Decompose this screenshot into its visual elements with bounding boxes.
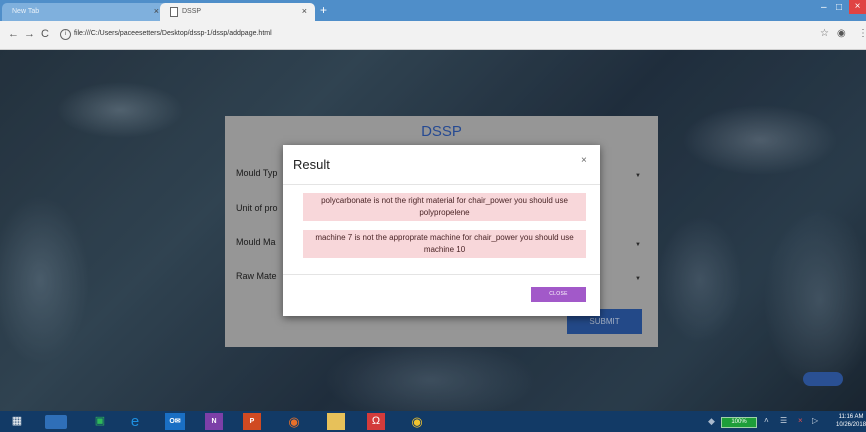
clock[interactable]: 11:16 AM 10/26/2018 <box>836 413 866 429</box>
network-icon[interactable]: ☰ <box>780 416 787 425</box>
file-explorer-icon[interactable] <box>327 413 345 430</box>
firefox-icon[interactable]: ◉ <box>285 413 303 430</box>
modal-title: Result <box>293 157 330 172</box>
chrome-icon[interactable]: ◉ <box>407 413 427 430</box>
error-icon[interactable]: × <box>798 416 803 425</box>
menu-icon[interactable]: ⋮ <box>858 28 866 39</box>
alert-message: machine 7 is not the approprate machine … <box>303 230 586 258</box>
tab-title: DSSP <box>182 8 202 15</box>
maximize-button[interactable]: □ <box>836 2 842 13</box>
tab-strip: New Tab × DSSP × + – □ × <box>0 0 866 21</box>
taskbar: ▦ ▣ e O✉ N P ◉ Ω ◉ ◆ 100% ˄ ☰ × ▷ 11:16 … <box>0 411 866 432</box>
tab-title: New Tab <box>12 8 40 15</box>
powerpoint-icon[interactable]: P <box>243 413 261 430</box>
tab-dssp[interactable]: DSSP × <box>160 3 315 21</box>
internet-explorer-icon[interactable]: e <box>126 413 144 430</box>
tab-close-icon[interactable]: × <box>302 6 307 16</box>
info-icon[interactable]: i <box>60 29 71 40</box>
close-icon[interactable]: × <box>581 155 587 166</box>
shield-icon[interactable]: ◆ <box>708 416 715 427</box>
clock-date: 10/26/2018 <box>836 422 866 428</box>
chevron-up-icon[interactable]: ˄ <box>764 416 769 425</box>
reload-icon[interactable]: C <box>41 28 49 40</box>
headset-app-icon[interactable]: Ω <box>367 413 385 430</box>
minimize-button[interactable]: – <box>821 2 827 13</box>
account-icon[interactable]: ◉ <box>837 28 846 39</box>
window-close-button[interactable]: × <box>849 0 866 14</box>
divider <box>283 184 600 185</box>
bookmark-star-icon[interactable]: ☆ <box>820 28 829 39</box>
back-icon[interactable]: ← <box>8 28 19 40</box>
divider <box>283 274 600 275</box>
tab-new-tab[interactable]: New Tab × <box>2 3 167 21</box>
volume-icon[interactable]: ▷ <box>812 416 818 425</box>
forward-icon[interactable]: → <box>24 28 35 40</box>
windows-start-icon[interactable]: ▦ <box>8 413 26 430</box>
alert-message: polycarbonate is not the right material … <box>303 193 586 221</box>
tab-close-icon[interactable]: × <box>154 6 159 16</box>
document-icon <box>170 7 178 17</box>
close-button[interactable]: CLOSE <box>531 287 586 302</box>
onenote-icon[interactable]: N <box>205 413 223 430</box>
address-bar[interactable]: file:///C:/Users/paceesetters/Desktop/ds… <box>74 30 272 37</box>
result-modal: Result × polycarbonate is not the right … <box>283 145 600 316</box>
task-view-icon[interactable] <box>45 415 67 429</box>
new-tab-button[interactable]: + <box>320 3 327 17</box>
browser-toolbar: ← → C i file:///C:/Users/paceesetters/De… <box>0 21 866 50</box>
outlook-icon[interactable]: O✉ <box>165 413 185 430</box>
store-icon[interactable]: ▣ <box>91 413 109 430</box>
clock-time: 11:16 AM <box>838 414 864 420</box>
battery-indicator[interactable]: 100% <box>721 417 757 428</box>
